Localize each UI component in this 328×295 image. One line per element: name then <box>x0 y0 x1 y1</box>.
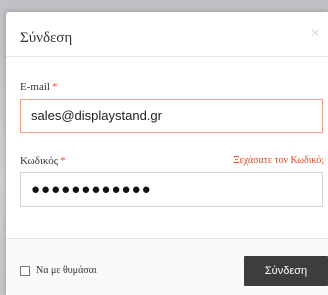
password-required-mark: * <box>60 155 66 167</box>
email-required-mark: * <box>51 81 58 93</box>
forgot-password-link[interactable]: Ξεχάσατε τον Κωδικό; <box>233 155 324 166</box>
remember-me-label: Να με θυμάσαι <box>36 265 97 276</box>
remember-me[interactable]: Να με θυμάσαι <box>20 265 97 276</box>
close-icon[interactable]: × <box>311 26 320 42</box>
login-submit-button[interactable]: Σύνδεση <box>244 256 328 286</box>
modal-footer: Να με θυμάσαι Σύνδεση <box>6 238 328 295</box>
password-field[interactable]: ●●●●●●●●●●●● <box>20 172 323 207</box>
modal-title: Σύνδεση <box>20 30 73 46</box>
login-modal: Σύνδεση × E-mail * sales@displaystand.gr … <box>6 12 328 295</box>
email-label: E-mail * <box>20 81 57 93</box>
checkbox-icon[interactable] <box>20 265 30 276</box>
password-label: Κωδικός * <box>20 155 66 167</box>
email-field[interactable]: sales@displaystand.gr <box>20 99 323 133</box>
modal-header: Σύνδεση × <box>6 12 328 57</box>
email-label-text: E-mail <box>20 81 50 93</box>
password-label-text: Κωδικός <box>20 155 59 167</box>
